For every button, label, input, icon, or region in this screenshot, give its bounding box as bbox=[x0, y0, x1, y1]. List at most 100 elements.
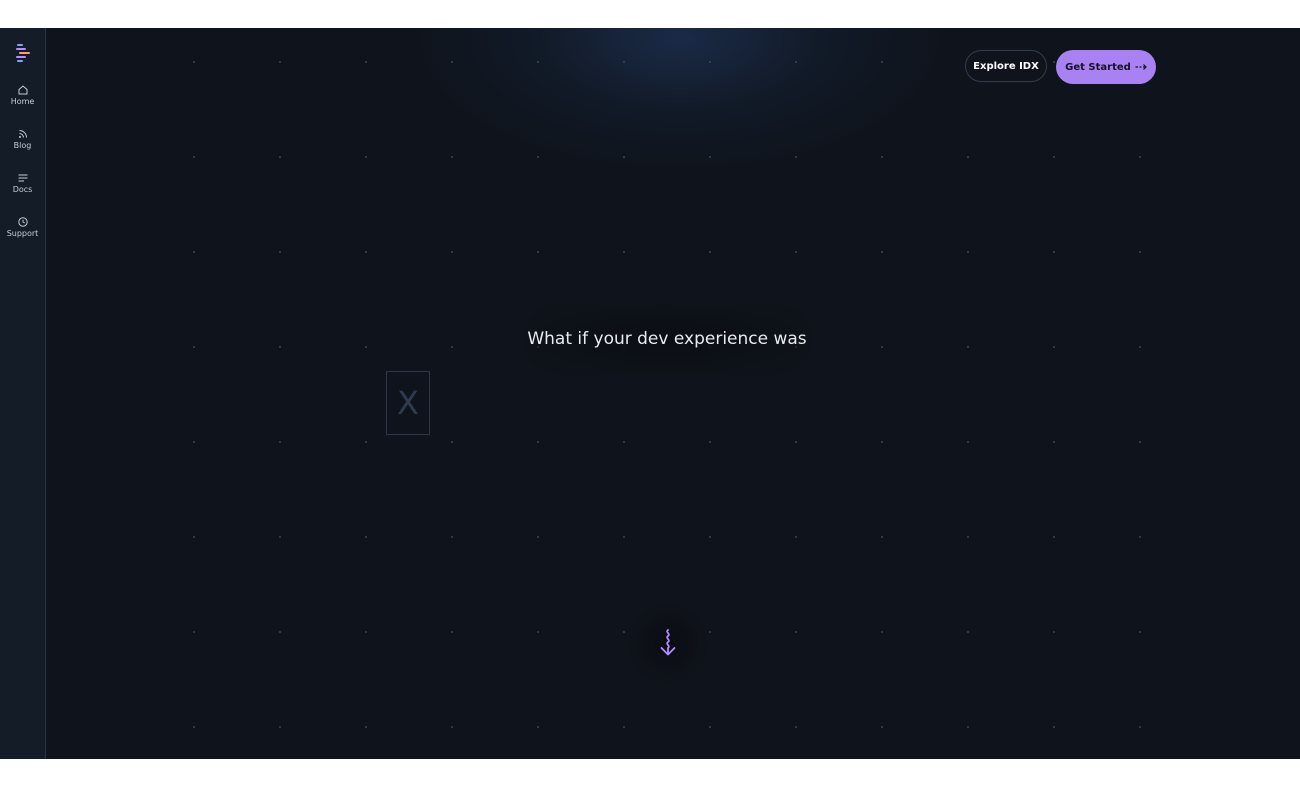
grid-dot bbox=[1053, 251, 1055, 253]
grid-dot bbox=[193, 61, 195, 63]
grid-dot bbox=[537, 156, 539, 158]
grid-dot bbox=[623, 726, 625, 728]
rss-icon bbox=[18, 130, 27, 138]
sidebar-item-blog[interactable]: Blog bbox=[0, 128, 45, 164]
grid-dot bbox=[795, 251, 797, 253]
grid-dot bbox=[623, 156, 625, 158]
grid-dot bbox=[193, 251, 195, 253]
page-root: Home Blog Docs Support Explore IDX Get S… bbox=[0, 28, 1300, 759]
grid-dot bbox=[193, 346, 195, 348]
grid-dot bbox=[365, 536, 367, 538]
grid-dot bbox=[279, 441, 281, 443]
grid-dot bbox=[967, 346, 969, 348]
grid-dot bbox=[709, 156, 711, 158]
grid-dot bbox=[795, 441, 797, 443]
grid-dot bbox=[709, 61, 711, 63]
grid-dot bbox=[279, 631, 281, 633]
grid-dot bbox=[365, 441, 367, 443]
grid-dot bbox=[795, 631, 797, 633]
grid-dot bbox=[193, 156, 195, 158]
grid-dot bbox=[193, 631, 195, 633]
grid-dot bbox=[1053, 726, 1055, 728]
grid-dot bbox=[967, 726, 969, 728]
grid-dot bbox=[623, 631, 625, 633]
grid-dot bbox=[1139, 726, 1141, 728]
sidebar-item-docs[interactable]: Docs bbox=[0, 172, 45, 208]
grid-dot bbox=[1139, 251, 1141, 253]
grid-dot bbox=[881, 536, 883, 538]
docs-lines-icon bbox=[18, 174, 27, 182]
arrow-right-icon bbox=[1135, 64, 1147, 70]
grid-dot bbox=[881, 726, 883, 728]
support-clock-icon bbox=[17, 217, 28, 227]
grid-dot bbox=[193, 726, 195, 728]
grid-dot bbox=[1053, 631, 1055, 633]
grid-dot bbox=[537, 631, 539, 633]
grid-dot bbox=[279, 156, 281, 158]
grid-dot bbox=[623, 536, 625, 538]
sidebar-item-support[interactable]: Support bbox=[0, 216, 45, 252]
grid-dot bbox=[451, 156, 453, 158]
grid-dot bbox=[967, 631, 969, 633]
grid-dot bbox=[1139, 156, 1141, 158]
grid-dot bbox=[365, 346, 367, 348]
grid-dot bbox=[881, 156, 883, 158]
sidebar-item-label: Docs bbox=[12, 185, 33, 194]
grid-dot bbox=[451, 536, 453, 538]
grid-dot bbox=[795, 156, 797, 158]
grid-dot bbox=[623, 61, 625, 63]
get-started-button[interactable]: Get Started bbox=[1056, 50, 1156, 84]
grid-dot bbox=[1053, 346, 1055, 348]
grid-dot bbox=[709, 536, 711, 538]
grid-dot bbox=[623, 251, 625, 253]
rotating-letter-box: X bbox=[386, 371, 430, 435]
sidebar-item-label: Support bbox=[6, 229, 39, 238]
grid-dot bbox=[279, 726, 281, 728]
bottom-bar bbox=[0, 759, 1300, 788]
hero-headline: What if your dev experience was bbox=[527, 329, 807, 349]
grid-dot bbox=[537, 726, 539, 728]
grid-dot bbox=[967, 441, 969, 443]
grid-dot bbox=[279, 251, 281, 253]
grid-dot bbox=[451, 61, 453, 63]
home-icon bbox=[18, 85, 27, 95]
headline-container: What if your dev experience was bbox=[523, 303, 811, 375]
grid-dot bbox=[623, 441, 625, 443]
explore-idx-label: Explore IDX bbox=[973, 60, 1039, 72]
grid-dot bbox=[709, 726, 711, 728]
idx-logo-icon[interactable] bbox=[13, 43, 33, 63]
grid-dot bbox=[279, 61, 281, 63]
grid-dot bbox=[881, 441, 883, 443]
grid-dot bbox=[709, 441, 711, 443]
grid-dot bbox=[709, 251, 711, 253]
grid-dot bbox=[795, 61, 797, 63]
grid-dot bbox=[1139, 346, 1141, 348]
grid-dot bbox=[365, 631, 367, 633]
grid-dot bbox=[1053, 61, 1055, 63]
grid-dot bbox=[451, 441, 453, 443]
grid-dot bbox=[795, 536, 797, 538]
sidebar-item-label: Blog bbox=[13, 141, 32, 150]
grid-dot bbox=[709, 631, 711, 633]
grid-dot bbox=[451, 631, 453, 633]
grid-dot bbox=[1053, 441, 1055, 443]
grid-dot bbox=[451, 251, 453, 253]
grid-dot bbox=[1139, 536, 1141, 538]
grid-dot bbox=[1053, 156, 1055, 158]
sidebar-item-home[interactable]: Home bbox=[0, 84, 45, 120]
grid-dot bbox=[1053, 536, 1055, 538]
grid-dot bbox=[365, 726, 367, 728]
sidebar: Home Blog Docs Support bbox=[0, 28, 46, 759]
sidebar-item-label: Home bbox=[10, 97, 35, 106]
grid-dot bbox=[537, 61, 539, 63]
explore-idx-button[interactable]: Explore IDX bbox=[965, 50, 1047, 82]
grid-dot bbox=[967, 156, 969, 158]
scroll-down-button[interactable] bbox=[628, 603, 708, 683]
grid-dot bbox=[279, 536, 281, 538]
grid-dot bbox=[537, 441, 539, 443]
get-started-label: Get Started bbox=[1065, 61, 1131, 73]
grid-dot bbox=[967, 536, 969, 538]
grid-dot bbox=[279, 346, 281, 348]
grid-dot bbox=[881, 251, 883, 253]
grid-dot bbox=[881, 346, 883, 348]
